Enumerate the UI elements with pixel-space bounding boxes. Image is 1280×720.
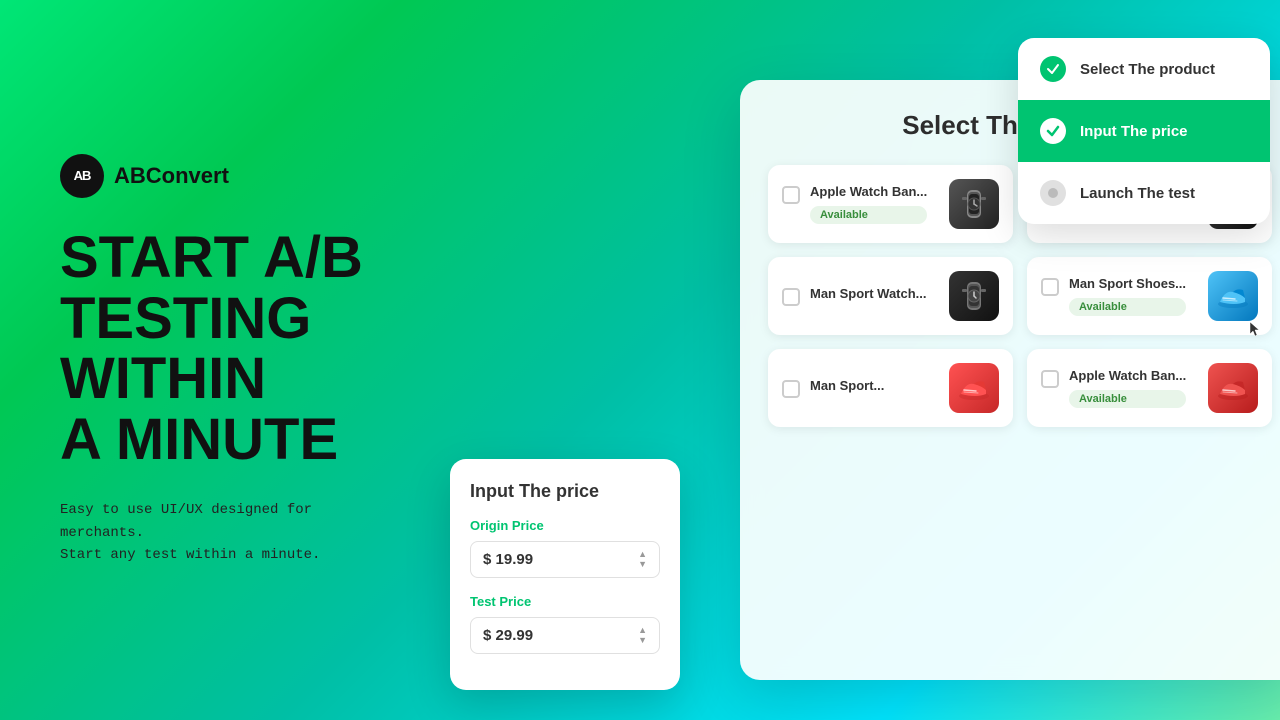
- step-label-1: Select The product: [1080, 61, 1215, 78]
- product-info-3: Man Sport Watch...: [810, 286, 927, 303]
- stepper-down-1[interactable]: ▼: [638, 560, 647, 569]
- test-price-label: Test Price: [470, 594, 660, 609]
- test-price-value: $ 29.99: [483, 627, 638, 644]
- step-label-2: Input The price: [1080, 123, 1188, 140]
- product-card-5[interactable]: Man Sport...: [768, 349, 1013, 427]
- price-panel: Input The price Origin Price $ 19.99 ▲ ▼…: [450, 459, 680, 690]
- product-checkbox-4[interactable]: [1041, 278, 1059, 296]
- step-item-1[interactable]: Select The product: [1018, 38, 1270, 100]
- stepper-down-2[interactable]: ▼: [638, 636, 647, 645]
- step-item-2[interactable]: Input The price: [1018, 100, 1270, 162]
- hero-title: START A/BTESTINGWITHINA MINUTE: [60, 228, 480, 472]
- product-name-1: Apple Watch Ban...: [810, 184, 927, 201]
- product-checkbox-3[interactable]: [782, 288, 800, 306]
- stepper-up-2[interactable]: ▲: [638, 626, 647, 635]
- product-image-1: [949, 179, 999, 229]
- cursor-icon: [1248, 320, 1262, 343]
- origin-price-stepper[interactable]: ▲ ▼: [638, 550, 647, 569]
- product-image-6: [1208, 363, 1258, 413]
- product-image-4: [1208, 271, 1258, 321]
- step-check-pending: [1040, 180, 1066, 206]
- product-info-6: Apple Watch Ban... Available: [1069, 368, 1186, 409]
- origin-price-input[interactable]: $ 19.99 ▲ ▼: [470, 541, 660, 578]
- product-info-1: Apple Watch Ban... Available: [810, 184, 927, 225]
- hero-subtitle: Easy to use UI/UX designed for merchants…: [60, 499, 400, 566]
- logo-name: ABConvert: [114, 163, 229, 189]
- product-name-3: Man Sport Watch...: [810, 286, 927, 303]
- steps-panel: Select The product Input The price Launc…: [1018, 38, 1270, 224]
- product-image-3: [949, 271, 999, 321]
- test-price-stepper[interactable]: ▲ ▼: [638, 626, 647, 645]
- step-check-done: [1040, 56, 1066, 82]
- step-check-active: [1040, 118, 1066, 144]
- logo: AB ABConvert: [60, 154, 480, 198]
- product-info-5: Man Sport...: [810, 378, 884, 395]
- price-panel-title: Input The price: [470, 481, 660, 502]
- logo-icon: AB: [60, 154, 104, 198]
- product-card-3[interactable]: Man Sport Watch...: [768, 257, 1013, 335]
- origin-price-label: Origin Price: [470, 518, 660, 533]
- product-card-4[interactable]: Man Sport Shoes... Available: [1027, 257, 1272, 335]
- stepper-up-1[interactable]: ▲: [638, 550, 647, 559]
- left-panel: AB ABConvert START A/BTESTINGWITHINA MIN…: [60, 0, 480, 720]
- available-badge-6: Available: [1069, 390, 1186, 408]
- product-checkbox-6[interactable]: [1041, 370, 1059, 388]
- available-badge-1: Available: [810, 206, 927, 224]
- product-name-4: Man Sport Shoes...: [1069, 276, 1186, 293]
- available-badge-4: Available: [1069, 298, 1186, 316]
- product-name-6: Apple Watch Ban...: [1069, 368, 1186, 385]
- product-info-4: Man Sport Shoes... Available: [1069, 276, 1186, 317]
- product-name-5: Man Sport...: [810, 378, 884, 395]
- product-checkbox-1[interactable]: [782, 186, 800, 204]
- product-card-1[interactable]: Apple Watch Ban... Available: [768, 165, 1013, 243]
- origin-price-value: $ 19.99: [483, 551, 638, 568]
- step-item-3[interactable]: Launch The test: [1018, 162, 1270, 224]
- product-card-6[interactable]: Apple Watch Ban... Available: [1027, 349, 1272, 427]
- step-label-3: Launch The test: [1080, 185, 1195, 202]
- product-checkbox-5[interactable]: [782, 380, 800, 398]
- test-price-input[interactable]: $ 29.99 ▲ ▼: [470, 617, 660, 654]
- product-image-5: [949, 363, 999, 413]
